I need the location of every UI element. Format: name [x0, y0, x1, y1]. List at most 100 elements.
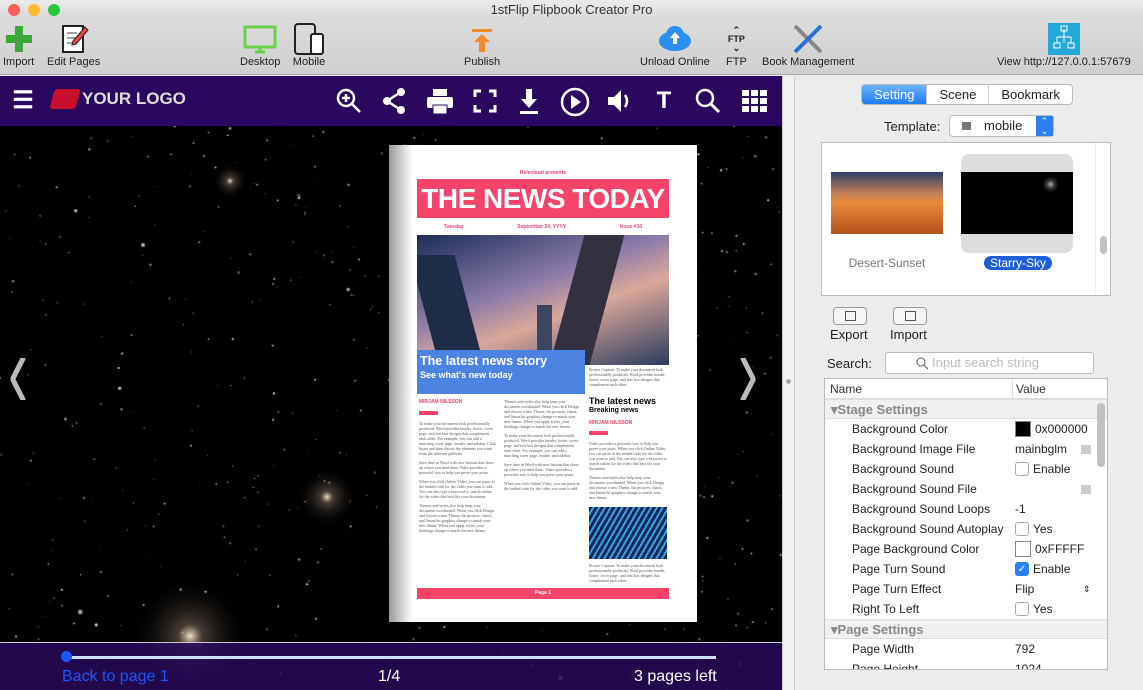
headline: THE NEWS TODAY [417, 179, 669, 218]
skyscraper-image [417, 235, 669, 365]
gallery-scrollbar[interactable] [1095, 143, 1110, 295]
fullscreen-icon[interactable] [471, 87, 499, 115]
property-row[interactable]: Page Height 1024 [825, 659, 1107, 669]
property-row[interactable]: Background Color 0x000000 [825, 419, 1107, 439]
checkbox[interactable] [1015, 462, 1029, 476]
close-button[interactable] [8, 4, 20, 16]
text-icon[interactable]: T [650, 87, 678, 115]
group-header[interactable]: ▾Stage Settings [825, 399, 1107, 419]
page-progress-slider[interactable] [66, 656, 716, 659]
export-button[interactable] [833, 307, 867, 325]
search-input[interactable]: Input search string [885, 352, 1094, 374]
zoom-button[interactable] [48, 4, 60, 16]
unload-online-button[interactable]: Unload Online [640, 22, 710, 68]
template-name-selected: Starry-Sky [984, 256, 1053, 270]
property-row[interactable]: Background Image File mainbglm [825, 439, 1107, 459]
column-1: To make your document look professionall… [419, 421, 497, 537]
property-row[interactable]: Background Sound Autoplay Yes [825, 519, 1107, 539]
logo: YOUR LOGO [49, 89, 186, 109]
menu-icon[interactable]: ☰ [9, 87, 37, 115]
publish-icon [464, 22, 500, 56]
group-header[interactable]: ▾Page Settings [825, 619, 1107, 639]
property-row[interactable]: Background Sound Enable [825, 459, 1107, 479]
thumbnails-icon[interactable] [741, 87, 769, 115]
view-server-button[interactable]: View http://127.0.0.1:57679 [997, 22, 1131, 68]
import-button[interactable] [893, 307, 927, 325]
page-shadow [389, 145, 413, 622]
desktop-icon [240, 22, 280, 56]
dateline: Tuesday September 24, YYYY Issue #10 [443, 224, 643, 230]
import-button[interactable]: Import [3, 22, 34, 68]
chevron-updown-icon: ⌃ ⌄ [1036, 116, 1053, 136]
template-thumb-starry-sky[interactable] [961, 154, 1073, 253]
folder-icon[interactable] [1081, 445, 1091, 454]
color-swatch[interactable] [1015, 421, 1031, 437]
table-header: Name Value [825, 379, 1107, 399]
search-icon [916, 357, 929, 370]
paragraph: Save time in Word with new buttons that … [419, 460, 494, 475]
presents-text: Relecloud presents [519, 170, 567, 176]
search-icon[interactable] [694, 87, 722, 115]
book-page[interactable]: Relecloud presents THE NEWS TODAY Tuesda… [389, 145, 697, 622]
property-row[interactable]: Page Turn Effect Flip ⇕ [825, 579, 1107, 599]
sitemap-icon [997, 22, 1131, 56]
viewer-toolbar: ☰ YOUR LOGO T [0, 76, 782, 126]
book-management-button[interactable]: Book Management [762, 22, 854, 68]
folder-icon[interactable] [1081, 485, 1091, 494]
desktop-button[interactable]: Desktop [240, 22, 280, 68]
property-row[interactable]: Page Background Color 0xFFFFF [825, 539, 1107, 559]
tab-bookmark[interactable]: Bookmark [988, 85, 1072, 104]
ftp-button[interactable]: ⌃ FTP ⌄ FTP [726, 22, 747, 68]
page-indicator: 1/4 [378, 668, 401, 685]
image-caption: Picture Caption: To make your document l… [589, 563, 666, 583]
import-label: Import [890, 327, 927, 342]
property-row[interactable]: Right To Left Yes [825, 599, 1107, 619]
property-row[interactable]: Page Width 792 [825, 639, 1107, 659]
cloud-upload-icon [640, 22, 710, 56]
template-gallery: Desert-Sunset Starry-Sky [821, 142, 1111, 296]
template-thumb-desert-sunset[interactable] [831, 172, 943, 234]
property-row[interactable]: Page Turn Sound ✓ Enable [825, 559, 1107, 579]
checkbox[interactable] [1015, 522, 1029, 536]
zoom-in-icon[interactable] [335, 87, 363, 115]
ftp-icon: ⌃ FTP ⌄ [727, 24, 745, 53]
table-scrollbar[interactable] [1097, 403, 1105, 467]
edit-pages-button[interactable]: Edit Pages [47, 22, 100, 68]
print-icon[interactable] [425, 87, 453, 115]
page-footer: Page 1 [417, 588, 669, 599]
paragraph: To make your document look professionall… [504, 433, 579, 458]
side-subtitle: Breaking news [589, 407, 639, 414]
panel-tabs: Setting Scene Bookmark [861, 84, 1073, 105]
publish-button[interactable]: Publish [464, 22, 500, 68]
column-2: Themes and styles also help keep your do… [504, 399, 582, 495]
settings-panel: Setting Scene Bookmark Template: mobile ⌃… [795, 76, 1143, 690]
paragraph: Video provides a powerful way to help yo… [589, 441, 667, 471]
color-swatch[interactable] [1015, 541, 1031, 557]
tab-scene[interactable]: Scene [926, 85, 988, 104]
property-row[interactable]: Background Sound Loops -1 [825, 499, 1107, 519]
accent-bar [589, 431, 608, 435]
download-icon[interactable] [515, 87, 543, 115]
slider-handle[interactable] [61, 651, 72, 662]
sound-icon[interactable] [605, 87, 633, 115]
minimize-button[interactable] [28, 4, 40, 16]
back-to-page-link[interactable]: Back to page 1 [62, 668, 169, 686]
paragraph: Save time in Word with new buttons that … [504, 462, 579, 477]
toolbar: Import Edit Pages Desktop Mobile Publish… [0, 20, 1143, 75]
splitter[interactable] [782, 76, 795, 690]
viewer-footer: Back to page 1 1/4 3 pages left [0, 642, 782, 690]
play-icon[interactable] [560, 87, 590, 117]
chevron-updown-icon[interactable]: ⇕ [1083, 579, 1091, 599]
window-title: 1stFlip Flipbook Creator Pro [490, 2, 653, 17]
checkbox[interactable]: ✓ [1015, 562, 1029, 576]
property-row[interactable]: Background Sound File [825, 479, 1107, 499]
checkbox[interactable] [1015, 602, 1029, 616]
template-select[interactable]: mobile ⌃ ⌄ [949, 115, 1054, 137]
tools-icon [762, 22, 854, 56]
template-name: Desert-Sunset [848, 256, 926, 270]
tab-setting[interactable]: Setting [862, 85, 927, 104]
mobile-button[interactable]: Mobile [292, 22, 326, 68]
next-page-arrow[interactable]: › [738, 308, 758, 432]
previous-page-arrow[interactable]: ‹ [8, 308, 28, 432]
share-icon[interactable] [380, 87, 408, 115]
